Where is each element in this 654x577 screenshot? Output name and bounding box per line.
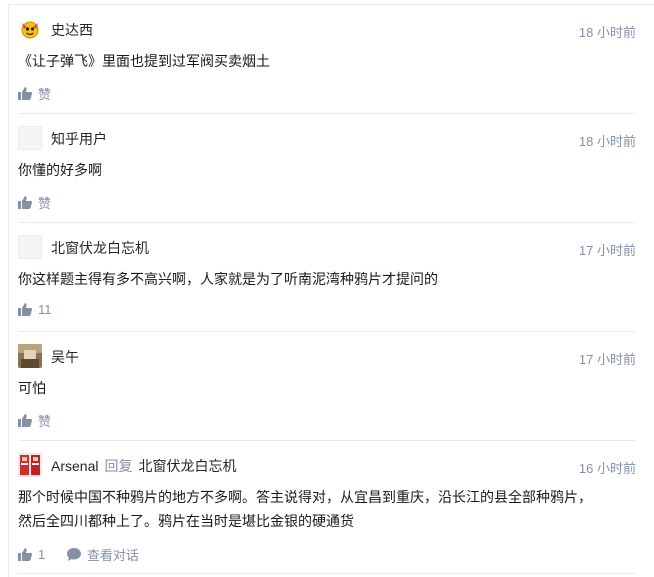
thumbs-up-icon xyxy=(18,414,32,427)
comment-item: 史达西 18 小时前 《让子弹飞》里面也提到过军阀买卖烟土 赞 xyxy=(18,17,636,105)
author-name[interactable]: 史达西 xyxy=(51,20,93,40)
divider xyxy=(18,222,636,223)
comment-item: 北窗伏龙白忘机 17 小时前 你这样题主得有多不高兴啊，人家就是为了听南泥湾种鸦… xyxy=(18,235,636,323)
comment-text: 你懂的好多啊 xyxy=(18,162,102,178)
comment-header: 北窗伏龙白忘机 17 小时前 xyxy=(18,235,636,259)
author-name[interactable]: 北窗伏龙白忘机 xyxy=(51,238,149,258)
comment-text-line: 那个时候中国不种鸦片的地方不多啊。答主说得对，从宜昌到重庆，沿长江的县全部种鸦片… xyxy=(18,489,592,505)
comment-text: 可怕 xyxy=(18,380,46,396)
avatar[interactable] xyxy=(18,126,42,150)
comment-time: 17 小时前 xyxy=(578,243,636,258)
frame-left-border xyxy=(8,4,9,577)
comment-text: 《让子弹飞》里面也提到过军阀买卖烟土 xyxy=(18,53,270,69)
like-button[interactable]: 11 xyxy=(18,302,52,317)
blank-avatar-icon xyxy=(19,236,41,258)
like-button[interactable]: 赞 xyxy=(18,193,51,212)
comment-text: 你这样题主得有多不高兴啊，人家就是为了听南泥湾种鸦片才提问的 xyxy=(18,271,438,287)
comment-time: 18 小时前 xyxy=(578,25,636,40)
comment-list: 史达西 18 小时前 《让子弹飞》里面也提到过军阀买卖烟土 赞 知乎用户 18 … xyxy=(0,0,654,577)
chat-bubble-icon xyxy=(66,548,81,561)
view-conversation-button[interactable]: 查看对话 xyxy=(66,545,139,564)
divider xyxy=(18,331,636,332)
comment-item: Arsenal 回复 北窗伏龙白忘机 16 小时前 那个时候中国不种鸦片的地方不多啊… xyxy=(18,453,636,568)
photo-avatar-icon xyxy=(18,344,42,368)
yellow-cartoon-avatar-icon xyxy=(18,17,42,41)
like-button[interactable]: 1 xyxy=(18,547,45,562)
like-count: 1 xyxy=(38,547,46,562)
comment-item: 吴午 17 小时前 可怕 赞 xyxy=(18,344,636,432)
like-label: 赞 xyxy=(38,196,52,211)
avatar[interactable] xyxy=(18,235,42,259)
like-button[interactable]: 赞 xyxy=(18,411,51,430)
reply-to-name[interactable]: 北窗伏龙白忘机 xyxy=(138,458,236,474)
like-label: 赞 xyxy=(38,414,52,429)
thumbs-up-icon xyxy=(18,548,32,561)
comment-header: 知乎用户 18 小时前 xyxy=(18,126,636,150)
avatar[interactable] xyxy=(18,17,42,41)
comment-actions: 赞 xyxy=(18,84,69,102)
thumbs-up-icon xyxy=(18,196,32,209)
author-name[interactable]: 知乎用户 xyxy=(51,129,107,149)
like-button[interactable]: 赞 xyxy=(18,84,51,103)
comment-time: 16 小时前 xyxy=(578,461,636,476)
comment-time: 17 小时前 xyxy=(578,352,636,367)
comment-actions: 赞 xyxy=(18,193,69,211)
comment-author-line: Arsenal 回复 北窗伏龙白忘机 xyxy=(51,456,236,476)
comment-actions: 1 查看对话 xyxy=(18,545,157,563)
divider xyxy=(18,573,636,574)
comment-time: 18 小时前 xyxy=(578,134,636,149)
like-count: 11 xyxy=(38,302,52,317)
blank-avatar-icon xyxy=(19,127,41,149)
avatar[interactable] xyxy=(18,453,42,477)
comment-header: Arsenal 回复 北窗伏龙白忘机 16 小时前 xyxy=(18,453,636,477)
comment-item: 知乎用户 18 小时前 你懂的好多啊 赞 xyxy=(18,126,636,214)
thumbs-up-icon xyxy=(18,303,32,316)
comment-actions: 赞 xyxy=(18,411,69,429)
view-conversation-label: 查看对话 xyxy=(86,548,139,563)
avatar[interactable] xyxy=(18,344,42,368)
comment-header: 吴午 17 小时前 xyxy=(18,344,636,368)
thumbs-up-icon xyxy=(18,87,32,100)
red-jersey-avatar-icon xyxy=(18,453,42,477)
author-name[interactable]: Arsenal xyxy=(51,458,98,474)
divider xyxy=(18,440,636,441)
author-name[interactable]: 吴午 xyxy=(51,347,79,367)
comment-actions: 11 xyxy=(18,302,70,320)
comment-header: 史达西 18 小时前 xyxy=(18,17,636,41)
comment-text-line: 然后全四川都种上了。鸦片在当时是堪比金银的硬通货 xyxy=(18,513,354,529)
like-label: 赞 xyxy=(38,87,52,102)
reply-label: 回复 xyxy=(104,458,133,474)
frame-top-border xyxy=(8,4,654,5)
comment-text: 那个时候中国不种鸦片的地方不多啊。答主说得对，从宜昌到重庆，沿长江的县全部种鸦片… xyxy=(18,485,636,533)
divider xyxy=(18,113,636,114)
